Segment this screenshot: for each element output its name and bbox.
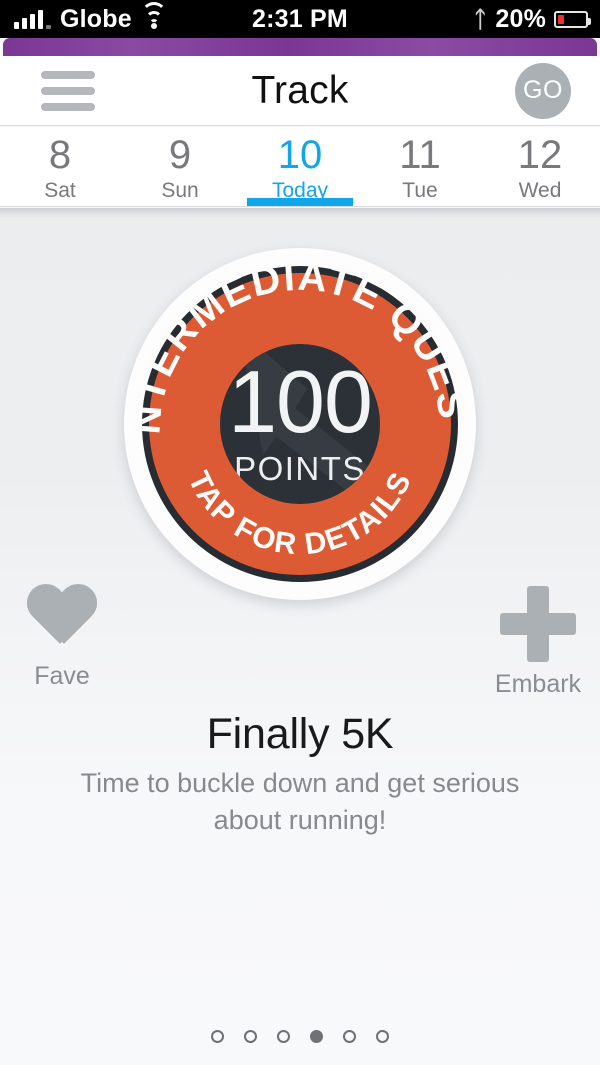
quest-content-area: Fave Embark 100 POINTS NTERMEDIATE QUES … <box>0 208 600 1065</box>
page-dot[interactable] <box>277 1030 290 1043</box>
day-label: Wed <box>518 178 562 202</box>
date-strip-day-4[interactable]: 12 Wed <box>480 127 600 206</box>
quest-badge[interactable]: 100 POINTS INTERMEDIATE QUEST TAP FOR DE… <box>124 248 476 600</box>
day-number: 8 <box>48 132 72 177</box>
app-header: Track GO <box>0 56 600 126</box>
badge-arc-bottom-text: TAP FOR DETAILS <box>182 466 419 561</box>
day-number: 9 <box>168 132 192 177</box>
date-strip-day-1[interactable]: 9 Sun <box>120 127 240 206</box>
fave-action[interactable]: Fave <box>2 586 122 691</box>
page-dot[interactable] <box>343 1030 356 1043</box>
quest-description: Time to buckle down and get serious abou… <box>80 768 520 836</box>
day-active-underline <box>247 198 353 206</box>
day-number: 11 <box>399 132 441 177</box>
app-screen: Globe 2:31 PM ᛏ 20% Track GO 8 Sat 9 Sun <box>0 0 600 1065</box>
day-number: 10 <box>277 132 323 177</box>
accent-bar <box>3 38 597 56</box>
battery-percent-label: 20% <box>495 4 546 33</box>
bluetooth-icon: ᛏ <box>473 5 488 32</box>
page-dot[interactable] <box>244 1030 257 1043</box>
page-dot-active[interactable] <box>310 1030 323 1043</box>
battery-low-icon <box>554 10 591 28</box>
day-label: Tue <box>402 178 438 202</box>
day-label: Sun <box>161 178 199 202</box>
date-strip-day-3[interactable]: 11 Tue <box>360 127 480 206</box>
embark-action[interactable]: Embark <box>478 586 598 699</box>
status-bar-right: ᛏ 20% <box>473 5 600 34</box>
page-dot[interactable] <box>376 1030 389 1043</box>
date-strip-day-2[interactable]: 10 Today <box>240 127 360 206</box>
heart-icon <box>26 586 98 654</box>
fave-label: Fave <box>34 662 90 690</box>
page-indicator[interactable] <box>0 1030 600 1043</box>
day-number: 12 <box>517 132 563 177</box>
day-label: Sat <box>44 178 76 202</box>
badge-arc-text: INTERMEDIATE QUEST TAP FOR DETAILS <box>124 248 475 561</box>
badge-arc-top-text: INTERMEDIATE QUEST <box>124 248 475 436</box>
status-bar: Globe 2:31 PM ᛏ 20% <box>0 0 600 38</box>
plus-icon <box>500 586 576 662</box>
date-strip: 8 Sat 9 Sun 10 Today 11 Tue 12 Wed <box>0 127 600 207</box>
date-strip-day-0[interactable]: 8 Sat <box>0 127 120 206</box>
page-dot[interactable] <box>211 1030 224 1043</box>
quest-title: Finally 5K <box>206 710 394 758</box>
page-title: Track <box>251 68 349 112</box>
embark-label: Embark <box>494 670 582 698</box>
go-button[interactable]: GO <box>515 62 571 119</box>
